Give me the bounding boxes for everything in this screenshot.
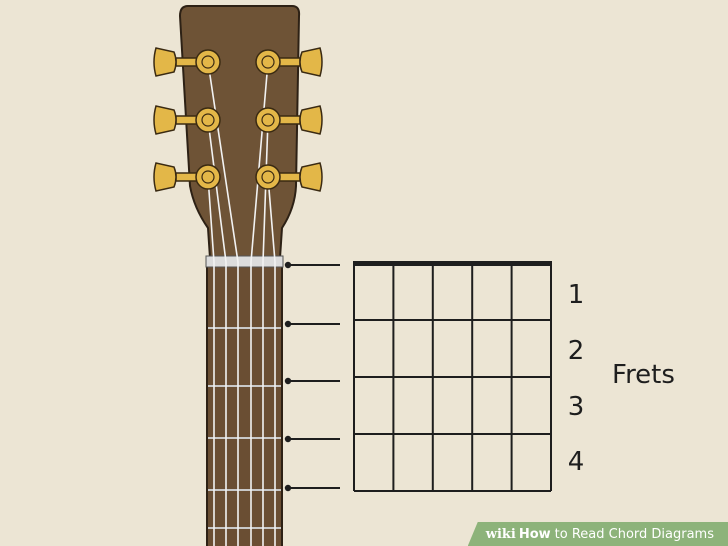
leader-line-dot-icon-3 xyxy=(284,377,292,385)
leader-line-dot-icon-4 xyxy=(284,435,292,443)
guitar-neck-artwork xyxy=(153,5,552,546)
fret-number-3: 3 xyxy=(567,392,585,422)
fret-number-2: 2 xyxy=(567,336,585,366)
chord-grid xyxy=(353,261,552,492)
fret-number-4: 4 xyxy=(567,447,585,477)
leader-line-dot-icon-1 xyxy=(284,261,292,269)
watermark-how: How xyxy=(518,526,551,542)
watermark-brand: wiki xyxy=(485,526,516,542)
grid-nut-bar xyxy=(353,261,552,266)
wikihow-watermark: wiki How to Read Chord Diagrams xyxy=(467,522,728,546)
tuning-peg-icon-3 xyxy=(153,162,221,192)
fretboard xyxy=(206,257,283,546)
fret-number-1: 1 xyxy=(567,280,585,310)
nut xyxy=(205,255,284,268)
headstock xyxy=(178,5,301,259)
frets-caption: Frets xyxy=(612,360,675,390)
leader-line-dot-icon-2 xyxy=(284,320,292,328)
leader-line-dot-icon-5 xyxy=(284,484,292,492)
watermark-title: to Read Chord Diagrams xyxy=(554,526,714,542)
fret-pointers xyxy=(284,261,340,492)
chord-diagram-illustration: 1 2 3 4 Frets wiki How to Read Chord Dia… xyxy=(0,0,728,546)
